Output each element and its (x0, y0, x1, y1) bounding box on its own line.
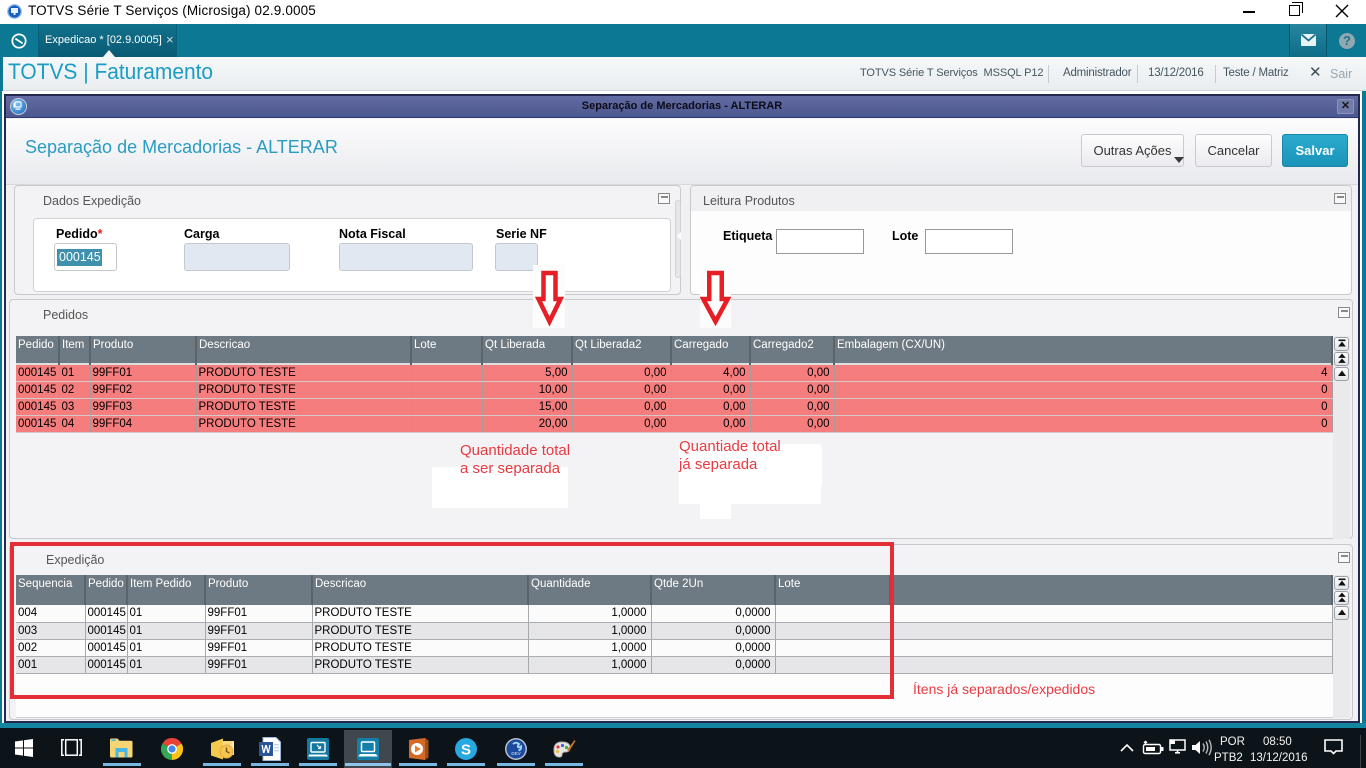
svg-text:DEV: DEV (511, 751, 520, 756)
svg-text:S: S (461, 742, 471, 759)
